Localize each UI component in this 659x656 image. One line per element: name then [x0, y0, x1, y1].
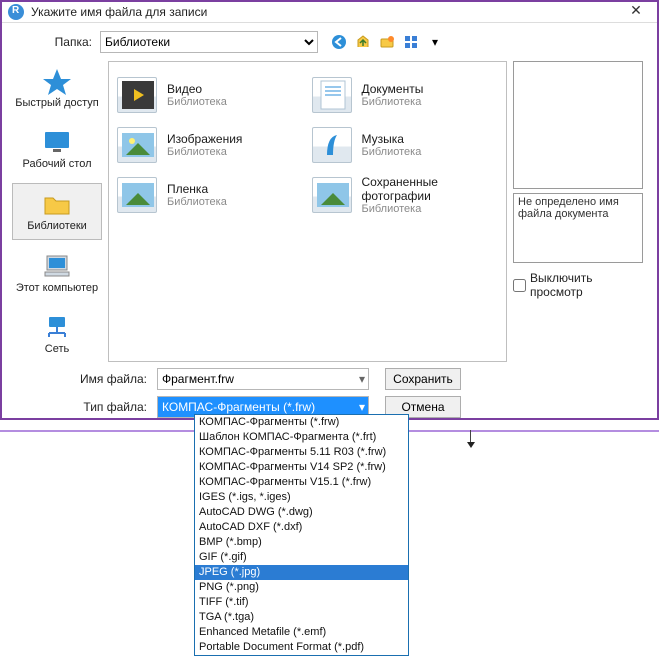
library-item[interactable]: ИзображенияБиблиотека	[117, 122, 304, 168]
sidebar-label: Этот компьютер	[16, 282, 98, 295]
network-icon	[41, 313, 73, 341]
filename-label: Имя файла:	[2, 372, 157, 386]
library-thumb-icon	[117, 127, 157, 163]
filetype-option[interactable]: TIFF (*.tif)	[195, 595, 408, 610]
computer-icon	[41, 252, 73, 280]
views-icon[interactable]	[400, 32, 422, 52]
filename-input[interactable]	[157, 368, 369, 390]
sidebar-item-desktop[interactable]: Рабочий стол	[12, 122, 102, 177]
sidebar-label: Рабочий стол	[22, 158, 91, 171]
library-sub: Библиотека	[362, 96, 424, 108]
sidebar-item-computer[interactable]: Этот компьютер	[12, 246, 102, 301]
library-sub: Библиотека	[362, 146, 422, 158]
library-thumb-icon	[117, 177, 157, 213]
disable-preview-checkbox[interactable]: Выключить просмотр	[513, 271, 643, 299]
filetype-option[interactable]: BMP (*.bmp)	[195, 535, 408, 550]
disable-preview-label: Выключить просмотр	[530, 271, 643, 299]
nav-icons: ▾	[328, 32, 446, 52]
library-name: Документы	[362, 82, 424, 96]
filetype-option[interactable]: IGES (*.igs, *.iges)	[195, 490, 408, 505]
sidebar-item-quick[interactable]: Быстрый доступ	[12, 61, 102, 116]
library-item[interactable]: ПленкаБиблиотека	[117, 172, 304, 218]
library-item[interactable]: МузыкаБиблиотека	[312, 122, 499, 168]
filetype-option[interactable]: Portable Document Format (*.pdf)	[195, 640, 408, 655]
library-sub: Библиотека	[167, 146, 242, 158]
library-item[interactable]: ДокументыБиблиотека	[312, 72, 499, 118]
folder-label: Папка:	[2, 35, 100, 49]
library-sub: Библиотека	[167, 96, 227, 108]
desktop-icon	[41, 128, 73, 156]
library-thumb-icon	[312, 127, 352, 163]
library-name: Изображения	[167, 132, 242, 146]
back-icon[interactable]	[328, 32, 350, 52]
filetype-option[interactable]: JPEG (*.jpg)	[195, 565, 408, 580]
app-icon	[8, 4, 24, 20]
filetype-option[interactable]: КОМПАС-Фрагменты V15.1 (*.frw)	[195, 475, 408, 490]
sidebar-label: Сеть	[45, 343, 69, 356]
library-thumb-icon	[117, 77, 157, 113]
up-icon[interactable]	[352, 32, 374, 52]
sidebar-label: Библиотеки	[27, 220, 87, 233]
filetype-option[interactable]: TGA (*.tga)	[195, 610, 408, 625]
sidebar-item-libraries[interactable]: Библиотеки	[12, 183, 102, 240]
filetype-option[interactable]: AutoCAD DWG (*.dwg)	[195, 505, 408, 520]
filetype-option[interactable]: КОМПАС-Фрагменты 5.11 R03 (*.frw)	[195, 445, 408, 460]
close-button[interactable]: ✕	[621, 2, 651, 22]
file-pane: ВидеоБиблиотекаДокументыБиблиотекаИзобра…	[108, 61, 507, 362]
folder-row: Папка: Библиотеки ▾	[2, 23, 657, 57]
views-dropdown-icon[interactable]: ▾	[424, 32, 446, 52]
library-name: Музыка	[362, 132, 422, 146]
filetype-option[interactable]: Enhanced Metafile (*.emf)	[195, 625, 408, 640]
filetype-option[interactable]: PNG (*.png)	[195, 580, 408, 595]
window-title: Укажите имя файла для записи	[31, 5, 621, 19]
library-thumb-icon	[312, 177, 352, 213]
filetype-option[interactable]: КОМПАС-Фрагменты (*.frw)	[195, 415, 408, 430]
library-thumb-icon	[312, 77, 352, 113]
preview-box	[513, 61, 643, 189]
library-item[interactable]: Сохраненные фотографииБиблиотека	[312, 172, 499, 218]
library-name: Сохраненные фотографии	[362, 175, 499, 203]
filetype-option[interactable]: AutoCAD DXF (*.dxf)	[195, 520, 408, 535]
save-button[interactable]: Сохранить	[385, 368, 461, 390]
folder-icon	[41, 190, 73, 218]
sidebar-item-network[interactable]: Сеть	[12, 307, 102, 362]
preview-status: Не определено имя файла документа	[513, 193, 643, 263]
disable-preview-input[interactable]	[513, 279, 526, 292]
save-dialog: Укажите имя файла для записи ✕ Папка: Би…	[0, 0, 659, 420]
sidebar-label: Быстрый доступ	[15, 97, 99, 110]
library-name: Видео	[167, 82, 227, 96]
library-sub: Библиотека	[362, 203, 499, 215]
filetype-option[interactable]: Шаблон КОМПАС-Фрагмента (*.frt)	[195, 430, 408, 445]
background-tick	[470, 430, 478, 444]
library-sub: Библиотека	[167, 196, 227, 208]
star-icon	[41, 67, 73, 95]
filetype-label: Тип файла:	[2, 400, 157, 414]
library-name: Пленка	[167, 182, 227, 196]
titlebar: Укажите имя файла для записи ✕	[2, 2, 657, 23]
new-folder-icon[interactable]	[376, 32, 398, 52]
preview-column: Не определено имя файла документа Выключ…	[513, 61, 643, 362]
places-sidebar: Быстрый доступ Рабочий стол Библиотеки Э…	[12, 61, 102, 362]
library-item[interactable]: ВидеоБиблиотека	[117, 72, 304, 118]
filetype-option[interactable]: GIF (*.gif)	[195, 550, 408, 565]
filetype-option[interactable]: КОМПАС-Фрагменты V14 SP2 (*.frw)	[195, 460, 408, 475]
filetype-dropdown[interactable]: КОМПАС-Фрагменты (*.frw)Шаблон КОМПАС-Фр…	[194, 414, 409, 656]
folder-select[interactable]: Библиотеки	[100, 31, 318, 53]
